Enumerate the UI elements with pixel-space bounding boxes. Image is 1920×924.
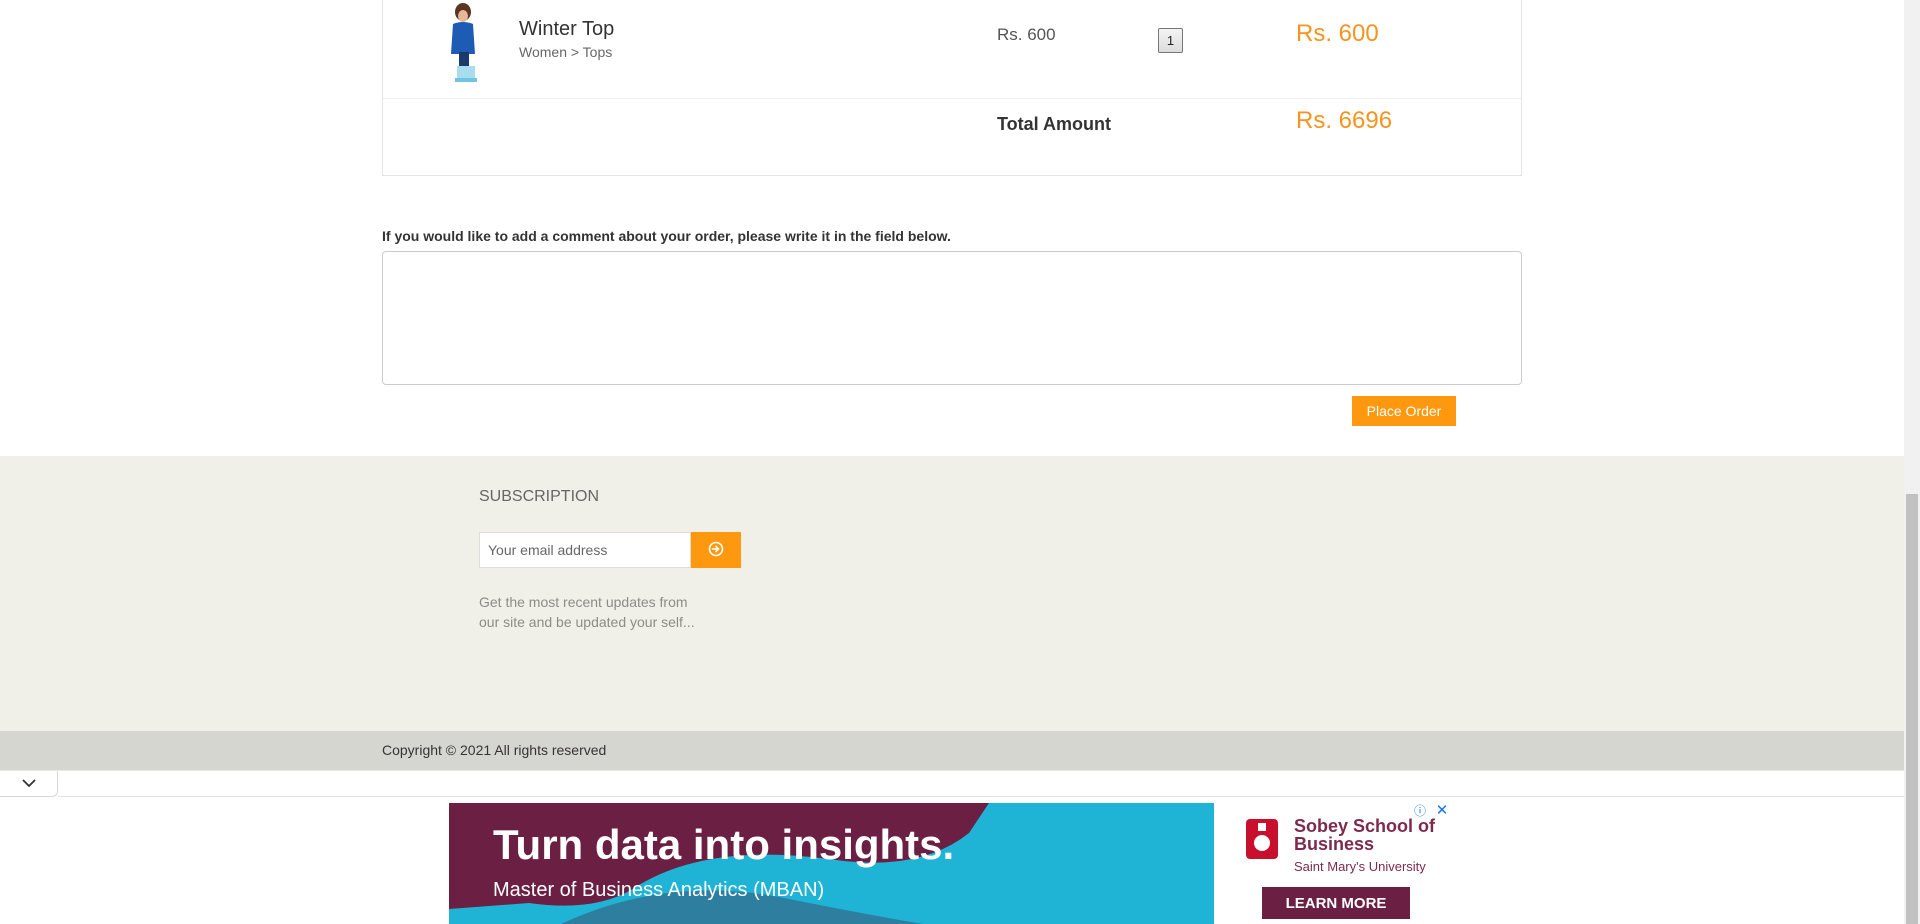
total-amount-value: Rs. 6696 bbox=[1296, 107, 1393, 134]
ad-info-icon[interactable]: ⓘ bbox=[1412, 803, 1428, 819]
subscription-description: Get the most recent updates from our sit… bbox=[479, 594, 695, 630]
learn-more-button[interactable]: LEARN MORE bbox=[1262, 887, 1410, 919]
ad-close-icon[interactable]: ✕ bbox=[1434, 803, 1450, 819]
order-comment-field[interactable] bbox=[382, 251, 1522, 385]
unit-price: Rs. 600 bbox=[997, 25, 1056, 44]
ad-divider bbox=[58, 796, 1904, 797]
copyright-text: Copyright © 2021 All rights reserved bbox=[382, 742, 607, 758]
product-category: Women > Tops bbox=[519, 44, 613, 60]
row-divider bbox=[383, 98, 1521, 99]
checkout-page: Winter Top Women > Tops Rs. 600 1 Rs. 60… bbox=[0, 0, 1920, 924]
ad-subline: Master of Business Analytics (MBAN) bbox=[493, 879, 825, 901]
quantity-box[interactable]: 1 bbox=[1158, 28, 1183, 53]
chevron-down-icon bbox=[21, 775, 37, 793]
ad-headline: Turn data into insights. bbox=[493, 821, 955, 868]
footer-bottom: Copyright © 2021 All rights reserved bbox=[0, 731, 1904, 770]
scrollbar-thumb[interactable] bbox=[1906, 494, 1918, 924]
footer-subscription: SUBSCRIPTION Get the most recent updates… bbox=[0, 456, 1904, 731]
line-total: Rs. 600 bbox=[1296, 20, 1379, 47]
subscription-email-input[interactable] bbox=[479, 532, 691, 568]
ad-university: Saint Mary's University bbox=[1294, 859, 1426, 874]
subscribe-button[interactable] bbox=[691, 532, 741, 568]
comment-label: If you would like to add a comment about… bbox=[382, 228, 951, 244]
ad-school-name: Sobey School of Business bbox=[1294, 816, 1436, 854]
ad-collapse-toggle[interactable] bbox=[0, 771, 58, 797]
cart-table: Winter Top Women > Tops Rs. 600 1 Rs. 60… bbox=[382, 0, 1522, 176]
school-crest-icon bbox=[1242, 817, 1282, 866]
ad-logo-area: Sobey School of Business Saint Mary's Un… bbox=[1214, 803, 1454, 924]
subscription-title: SUBSCRIPTION bbox=[479, 488, 600, 505]
ad-bar: Turn data into insights. Master of Busin… bbox=[0, 770, 1904, 924]
ad-banner[interactable]: Turn data into insights. Master of Busin… bbox=[449, 803, 1454, 924]
place-order-button[interactable]: Place Order bbox=[1352, 396, 1456, 426]
product-image[interactable] bbox=[435, 2, 491, 88]
page-scrollbar[interactable] bbox=[1904, 0, 1920, 924]
product-name[interactable]: Winter Top bbox=[519, 18, 614, 41]
arrow-circle-right-icon bbox=[708, 541, 724, 560]
total-amount-label: Total Amount bbox=[997, 114, 1111, 134]
